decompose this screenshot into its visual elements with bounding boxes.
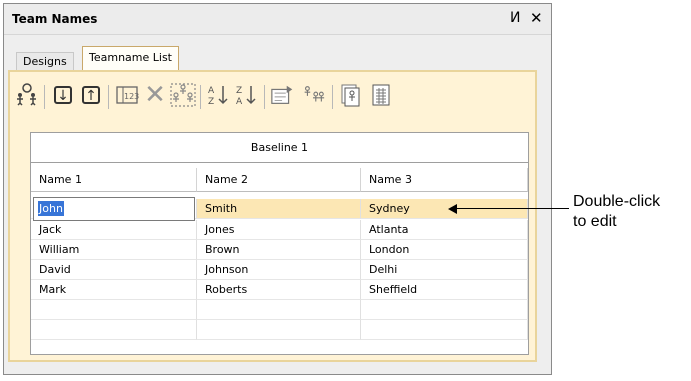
- callout-line-2: to edit: [573, 213, 617, 230]
- sort-ascending-icon[interactable]: AZ: [206, 82, 232, 108]
- pin-icon[interactable]: И: [510, 10, 520, 26]
- table-cell[interactable]: Atlanta: [361, 220, 528, 240]
- column-header-name-1[interactable]: Name 1: [31, 168, 197, 192]
- delete-icon[interactable]: ✕: [142, 80, 168, 110]
- toolbar: ↓ ↑ 123 ✕ AZ ZA: [14, 80, 524, 112]
- table-row[interactable]: [31, 300, 528, 320]
- table-cell[interactable]: William: [31, 240, 197, 260]
- toolbar-separator: [44, 85, 45, 109]
- tab-designs[interactable]: Designs: [16, 52, 74, 70]
- toolbar-separator: [332, 85, 333, 109]
- svg-text:A: A: [208, 86, 215, 96]
- table-cell[interactable]: John: [31, 197, 197, 221]
- table-row[interactable]: Mark Roberts Sheffield: [31, 280, 528, 300]
- table-cell[interactable]: [361, 320, 528, 340]
- team-names-grid: Baseline 1 Name 1 Name 2 Name 3 John Smi…: [30, 132, 529, 355]
- table-cell[interactable]: Jones: [197, 220, 361, 240]
- table-row[interactable]: [31, 320, 528, 340]
- edit-text-selection[interactable]: John: [38, 201, 64, 216]
- tab-strip: Designs Teamname List: [8, 42, 683, 71]
- table-cell[interactable]: [361, 300, 528, 320]
- table-cell[interactable]: Smith: [197, 199, 361, 219]
- table-cell[interactable]: Brown: [197, 240, 361, 260]
- move-down-icon[interactable]: ↓: [50, 82, 76, 108]
- table-row[interactable]: Jack Jones Atlanta: [31, 220, 528, 240]
- close-icon[interactable]: ✕: [530, 9, 543, 27]
- panel-titlebar: Team Names И ✕: [4, 4, 551, 35]
- table-cell[interactable]: Jack: [31, 220, 197, 240]
- table-row[interactable]: David Johnson Delhi: [31, 260, 528, 280]
- callout-line-1: Double-click: [573, 193, 661, 210]
- table-cell[interactable]: [31, 320, 197, 340]
- properties-icon[interactable]: [270, 82, 296, 108]
- toolbar-separator: [108, 85, 109, 109]
- select-all-icon[interactable]: [170, 82, 196, 108]
- table-cell[interactable]: Sydney: [361, 199, 528, 219]
- team-settings-icon[interactable]: [300, 82, 326, 108]
- svg-text:A: A: [236, 97, 243, 107]
- svg-text:123: 123: [124, 92, 139, 101]
- callout-arrow-head: [448, 204, 457, 214]
- column-header-name-3[interactable]: Name 3: [361, 168, 528, 192]
- add-person-icon[interactable]: [14, 82, 40, 108]
- callout-label: Double-click to edit: [573, 192, 660, 232]
- table-cell[interactable]: Roberts: [197, 280, 361, 300]
- table-cell[interactable]: [31, 300, 197, 320]
- table-cell[interactable]: Johnson: [197, 260, 361, 280]
- export-icon[interactable]: [368, 82, 394, 108]
- table-cell[interactable]: David: [31, 260, 197, 280]
- svg-text:Z: Z: [208, 97, 214, 107]
- table-cell[interactable]: London: [361, 240, 528, 260]
- sort-descending-icon[interactable]: ZA: [234, 82, 260, 108]
- tab-teamname-list[interactable]: Teamname List: [82, 46, 179, 71]
- table-row[interactable]: William Brown London: [31, 240, 528, 260]
- svg-text:Z: Z: [236, 86, 242, 96]
- table-cell[interactable]: Delhi: [361, 260, 528, 280]
- table-cell[interactable]: [197, 320, 361, 340]
- numbering-icon[interactable]: 123: [114, 82, 140, 108]
- callout-arrow-line: [455, 208, 569, 209]
- toolbar-separator: [264, 85, 265, 109]
- move-up-icon[interactable]: ↑: [78, 82, 104, 108]
- table-cell[interactable]: Mark: [31, 280, 197, 300]
- column-header-name-2[interactable]: Name 2: [197, 168, 361, 192]
- toolbar-separator: [200, 85, 201, 109]
- cell-edit-box[interactable]: John: [33, 197, 195, 221]
- table-cell[interactable]: [197, 300, 361, 320]
- table-cell[interactable]: Sheffield: [361, 280, 528, 300]
- baseline-header[interactable]: Baseline 1: [31, 133, 528, 163]
- import-icon[interactable]: [338, 82, 364, 108]
- panel-title: Team Names: [12, 12, 98, 26]
